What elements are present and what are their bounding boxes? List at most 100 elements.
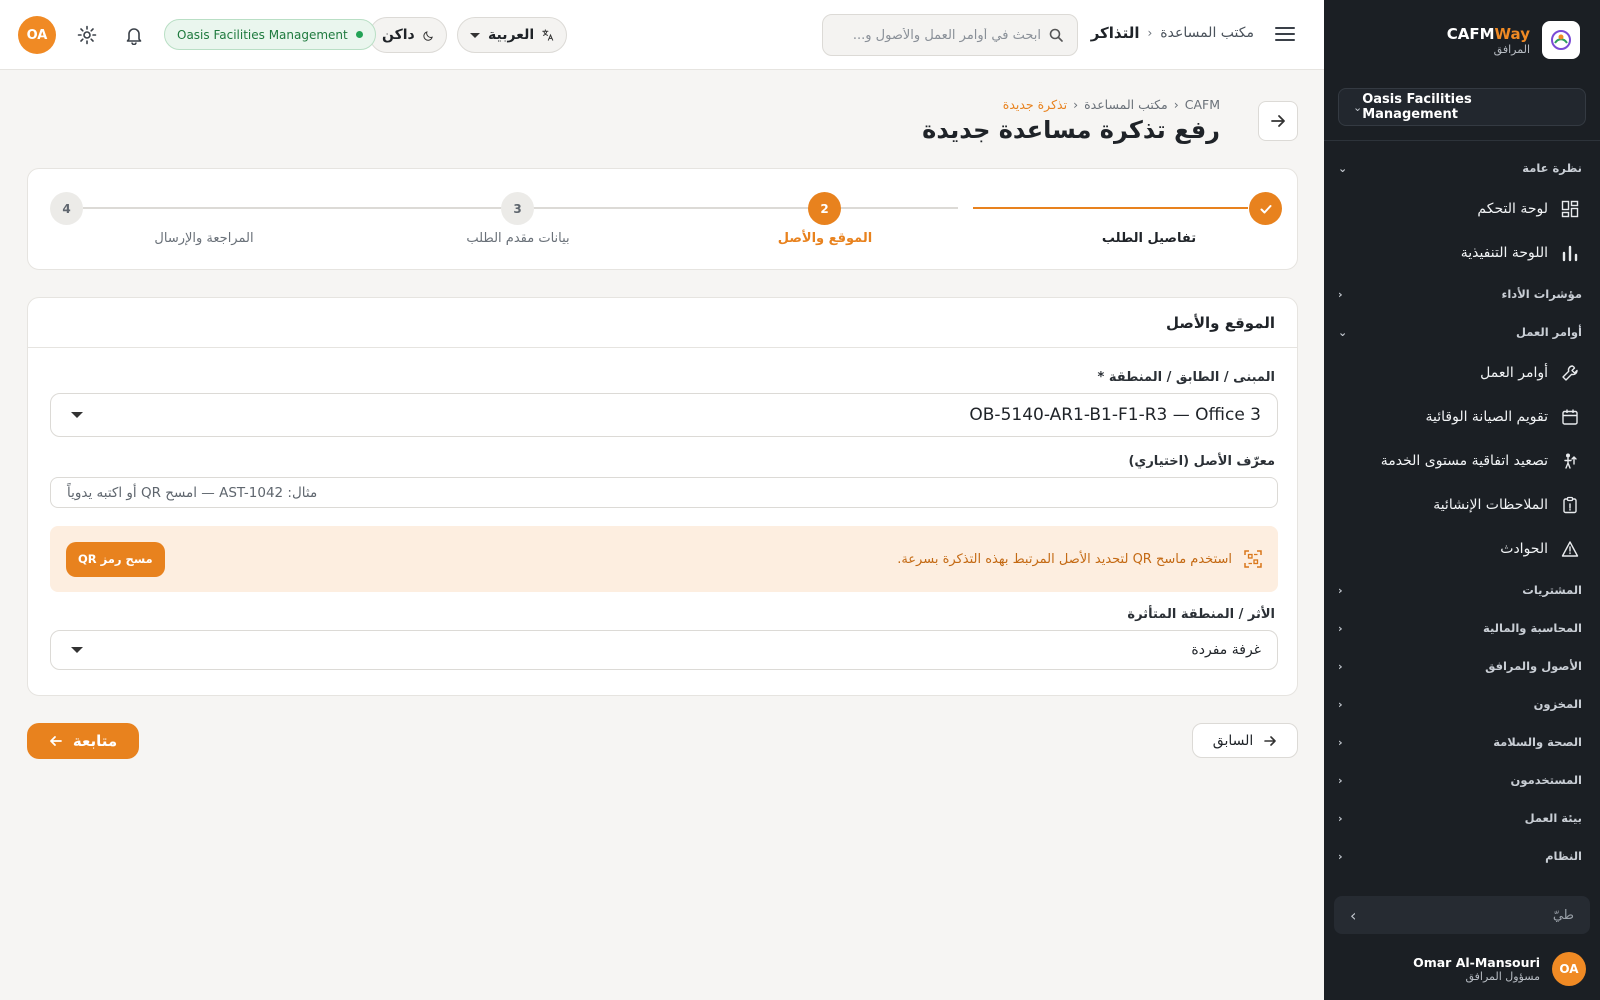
previous-label: السابق: [1212, 732, 1254, 749]
breadcrumb-new-ticket: تذكرة جديدة: [1002, 97, 1068, 112]
nav-group-users[interactable]: المستخدمون ‹: [1338, 761, 1582, 799]
sidebar: CAFMWay المرافق ⌄ Oasis Facilities Manag…: [1324, 0, 1600, 1000]
org-status-badge: Oasis Facilities Management: [164, 19, 376, 50]
moon-icon: [423, 30, 433, 41]
sidebar-item-label: أوامر العمل: [1480, 365, 1548, 381]
theme-toggle[interactable]: داكن: [369, 17, 447, 53]
scan-qr-button[interactable]: مسح رمز QR: [66, 541, 165, 577]
nav-group-overview[interactable]: نظرة عامة ⌄: [1338, 149, 1582, 187]
nav-group-work-orders[interactable]: أوامر العمل ⌄: [1338, 313, 1582, 351]
language-label: العربية: [488, 27, 535, 43]
wrench-icon: [1560, 363, 1580, 383]
chevron-down-icon: ⌄: [1338, 161, 1348, 175]
sidebar-user-role: مسؤول المرافق: [1465, 970, 1540, 983]
breadcrumb-cafm[interactable]: CAFM: [1185, 97, 1220, 112]
sidebar-item-sla-escalation[interactable]: تصعيد اتفاقية مستوى الخدمة: [1338, 439, 1582, 483]
continue-button[interactable]: متابعة: [27, 723, 139, 759]
nav-group-finance[interactable]: المحاسبة والمالية ‹: [1338, 609, 1582, 647]
step-2-number: 2: [808, 192, 841, 225]
step-1-label: تفاصيل الطلب: [1101, 231, 1197, 246]
chevron-left-icon: ‹: [1338, 697, 1343, 711]
step-4-number: 4: [50, 192, 83, 225]
sidebar-item-label: تقويم الصيانة الوقائية: [1425, 409, 1549, 425]
location-value: OB-5140-AR1-B1-F1-R3 — Office 3: [969, 405, 1261, 425]
sidebar-item-pm-calendar[interactable]: تقويم الصيانة الوقائية: [1338, 395, 1582, 439]
org-selector[interactable]: ⌄ Oasis Facilities Management: [1338, 88, 1586, 126]
chevron-down-icon: ⌄: [1338, 325, 1348, 339]
arrow-right-icon: [1271, 115, 1285, 127]
chevron-left-icon: ‹: [1173, 97, 1179, 112]
stepper: تفاصيل الطلب 2 الموقع والأصل 3 بيانات مق…: [27, 168, 1298, 270]
settings-button[interactable]: [74, 22, 100, 48]
sidebar-collapse-button[interactable]: طيّ ›: [1334, 896, 1590, 934]
impact-select[interactable]: غرفة مفردة: [50, 630, 1278, 670]
nav-group-system[interactable]: النظام ‹: [1338, 837, 1582, 875]
sidebar-nav: نظرة عامة ⌄ لوحة التحكم اللوحة التنفيذية…: [1324, 141, 1600, 875]
previous-button[interactable]: السابق: [1192, 723, 1298, 758]
nav-group-label: أوامر العمل: [1515, 325, 1582, 339]
step-2-label: الموقع والأصل: [777, 231, 873, 246]
top-breadcrumb: مكتب المساعدة ‹ التذاكر: [1091, 24, 1254, 42]
nav-group-label: الأصول والمرافق: [1485, 659, 1582, 673]
sidebar-item-label: لوحة التحكم: [1477, 201, 1548, 217]
nav-group-label: مؤشرات الأداء: [1501, 287, 1582, 301]
nav-group-inventory[interactable]: المخزون ‹: [1338, 685, 1582, 723]
nav-group-label: بيئة العمل: [1524, 811, 1582, 825]
page-title: رفع تذكرة مساعدة جديدة: [922, 116, 1220, 144]
sidebar-item-label: تصعيد اتفاقية مستوى الخدمة: [1380, 453, 1548, 469]
sidebar-item-structural-notes[interactable]: الملاحظات الإنشائية: [1338, 483, 1582, 527]
location-select[interactable]: OB-5140-AR1-B1-F1-R3 — Office 3: [50, 393, 1278, 437]
sidebar-item-work-orders[interactable]: أوامر العمل: [1338, 351, 1582, 395]
nav-group-hse[interactable]: الصحة والسلامة ‹: [1338, 723, 1582, 761]
menu-icon[interactable]: [1274, 23, 1296, 45]
org-badge-label: Oasis Facilities Management: [177, 27, 348, 42]
calendar-icon: [1560, 407, 1580, 427]
location-label: المبنى / الطابق / المنطقة *: [1097, 370, 1276, 385]
chevron-down-icon: ⌄: [1353, 100, 1363, 114]
nav-group-label: المخزون: [1533, 697, 1582, 711]
breadcrumb-helpdesk-page[interactable]: مكتب المساعدة: [1084, 97, 1168, 112]
user-avatar[interactable]: OA: [18, 16, 56, 54]
notifications-button[interactable]: [121, 22, 147, 48]
nav-group-procurement[interactable]: المشتريات ‹: [1338, 571, 1582, 609]
sidebar-user[interactable]: OA Omar Al-Mansouri مسؤول المرافق: [1324, 938, 1600, 1000]
sidebar-item-executive[interactable]: اللوحة التنفيذية: [1338, 231, 1582, 275]
chevron-left-icon: ‹: [1147, 26, 1153, 40]
back-button[interactable]: [1258, 101, 1298, 141]
sidebar-item-label: الملاحظات الإنشائية: [1433, 497, 1548, 513]
qr-code-icon: [1244, 550, 1262, 568]
qr-hint-box: استخدم ماسح QR لتحديد الأصل المرتبط بهذه…: [50, 526, 1278, 592]
step-4-label: المراجعة والإرسال: [154, 231, 254, 246]
form-section-title: الموقع والأصل: [28, 298, 1297, 348]
qr-hint-text: استخدم ماسح QR لتحديد الأصل المرتبط بهذه…: [897, 551, 1232, 567]
caret-down-icon: [71, 647, 83, 653]
asset-id-input[interactable]: مثال: AST-1042 — امسح QR أو اكتبه يدوياً: [50, 477, 1278, 508]
dashboard-icon: [1560, 199, 1580, 219]
brand-name-part-2: Way: [1494, 24, 1530, 43]
nav-group-assets[interactable]: الأصول والمرافق ‹: [1338, 647, 1582, 685]
chevron-left-icon: ‹: [1338, 773, 1343, 787]
brand-name-part-1: CAFM: [1446, 24, 1495, 43]
nav-group-workplace[interactable]: بيئة العمل ‹: [1338, 799, 1582, 837]
location-asset-form: الموقع والأصل المبنى / الطابق / المنطقة …: [27, 297, 1298, 696]
arrow-right-icon: [1264, 735, 1277, 746]
language-selector[interactable]: العربية: [457, 17, 567, 53]
chevron-left-icon: ‹: [1338, 735, 1343, 749]
global-search-input[interactable]: ابحث في أوامر العمل والأصول و...: [822, 14, 1078, 56]
chevron-left-icon: ‹: [1338, 583, 1343, 597]
nav-group-label: النظام: [1545, 849, 1582, 863]
brand-name: CAFMWay: [1447, 25, 1530, 43]
chevron-left-icon: ‹: [1338, 659, 1343, 673]
sidebar-item-dashboard[interactable]: لوحة التحكم: [1338, 187, 1582, 231]
nav-group-kpi[interactable]: مؤشرات الأداء ‹: [1338, 275, 1582, 313]
chevron-left-icon: ‹: [1338, 621, 1343, 635]
nav-group-label: المستخدمون: [1510, 773, 1582, 787]
chevron-right-icon: ›: [1350, 905, 1357, 925]
breadcrumb-helpdesk[interactable]: مكتب المساعدة: [1160, 25, 1254, 41]
brand-subtitle: المرافق: [1493, 42, 1530, 56]
asset-id-placeholder: مثال: AST-1042 — امسح QR أو اكتبه يدوياً: [67, 484, 318, 501]
asset-label: معرّف الأصل (اختياري): [1128, 454, 1275, 469]
step-3-number: 3: [501, 192, 534, 225]
sidebar-item-incidents[interactable]: الحوادث: [1338, 527, 1582, 571]
step-1-check-icon: [1249, 192, 1282, 225]
